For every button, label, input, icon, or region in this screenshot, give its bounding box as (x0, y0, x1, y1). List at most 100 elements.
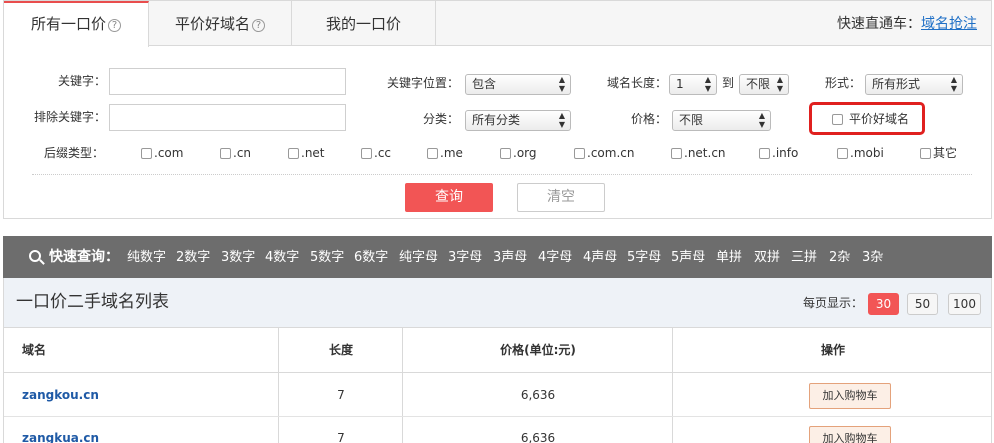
quick-item[interactable]: 5字母 (627, 236, 661, 280)
length-label: 域名长度： (606, 76, 667, 90)
quick-item[interactable]: 2杂 (829, 236, 850, 280)
add-to-cart-button[interactable]: 加入购物车 (809, 383, 891, 409)
quick-item[interactable]: 4声母 (583, 236, 617, 280)
tab-bar: 所有一口价? 平价好域名? 我的一口价 快速直通车：域名抢注 (4, 1, 991, 47)
select-value: 不限 (746, 77, 771, 91)
suffix-checkbox[interactable] (500, 148, 511, 159)
quick-item[interactable]: 三拼 (791, 236, 817, 280)
quick-item[interactable]: 纯数字 (127, 236, 166, 280)
quick-item[interactable]: 2数字 (176, 236, 210, 280)
quick-item[interactable]: 3杂 (862, 236, 883, 280)
tab-all-fixed-price[interactable]: 所有一口价? (4, 1, 149, 47)
divider (32, 174, 972, 175)
suffix-option[interactable]: 其它 (920, 144, 957, 162)
suffix-checkbox[interactable] (361, 148, 372, 159)
length-min-select[interactable]: 1 ▲ ▼ (669, 74, 717, 95)
quick-item[interactable]: 5声母 (671, 236, 705, 280)
table-header: 域名 长度 价格(单位:元) 操作 (4, 328, 991, 373)
domain-list: 一口价二手域名列表 每页显示： 30 50 100 域名 长度 价格(单位:元)… (3, 278, 992, 443)
table-row: zangkou.cn 7 6,636 加入购物车 (4, 374, 991, 417)
per-page-50[interactable]: 50 (907, 293, 938, 315)
suffix-option[interactable]: .net.cn (671, 144, 726, 162)
express-label: 快速直通车： (837, 16, 921, 32)
quick-item[interactable]: 3数字 (221, 236, 255, 280)
search-icon (29, 250, 41, 262)
suffix-checkbox[interactable] (574, 148, 585, 159)
domain-length: 7 (337, 431, 345, 443)
list-title: 一口价二手域名列表 (16, 292, 169, 312)
suffix-checkbox[interactable] (759, 148, 770, 159)
suffix-option[interactable]: .cn (220, 144, 251, 162)
domain-snap-link[interactable]: 域名抢注 (921, 16, 977, 32)
good-domain-label: 平价好域名 (849, 112, 910, 126)
tab-label: 所有一口价 (30, 15, 106, 33)
query-button[interactable]: 查询 (405, 183, 493, 212)
per-page-100[interactable]: 100 (948, 293, 981, 315)
keyword-label: 关键字： (57, 74, 106, 88)
suffix-option[interactable]: .com.cn (574, 144, 634, 162)
keyword-position-label: 关键字位置： (386, 76, 459, 90)
select-value: 1 (676, 77, 684, 91)
quick-item[interactable]: 6数字 (354, 236, 388, 280)
suffix-checkbox[interactable] (141, 148, 152, 159)
domain-price: 6,636 (520, 431, 556, 443)
suffix-checkbox[interactable] (920, 148, 931, 159)
select-arrows-icon: ▲ ▼ (558, 75, 565, 93)
clear-button[interactable]: 清空 (517, 183, 605, 212)
add-to-cart-button[interactable]: 加入购物车 (809, 426, 891, 443)
suffix-checkbox[interactable] (427, 148, 438, 159)
quick-item[interactable]: 单拼 (716, 236, 742, 280)
suffix-option[interactable]: .me (427, 144, 463, 162)
suffix-label: 后缀类型： (44, 146, 105, 160)
per-page-label: 每页显示： (803, 296, 864, 310)
suffix-option[interactable]: .info (759, 144, 798, 162)
suffix-checkbox[interactable] (288, 148, 299, 159)
col-domain: 域名 (22, 343, 47, 357)
suffix-option[interactable]: .com (141, 144, 183, 162)
help-icon[interactable]: ? (108, 19, 121, 32)
select-arrows-icon: ▲ ▼ (950, 75, 957, 93)
tab-good-cheap-domains[interactable]: 平价好域名? (149, 1, 292, 46)
suffix-checkbox[interactable] (220, 148, 231, 159)
quick-item[interactable]: 双拼 (754, 236, 780, 280)
quick-item[interactable]: 4数字 (265, 236, 299, 280)
quick-item[interactable]: 5数字 (310, 236, 344, 280)
length-to-label: 到 (721, 76, 734, 90)
search-panel: 所有一口价? 平价好域名? 我的一口价 快速直通车：域名抢注 关键字： 关键字位… (3, 0, 992, 219)
good-domain-highlight: 平价好域名 (809, 102, 925, 135)
length-max-select[interactable]: 不限 ▲ ▼ (739, 74, 789, 95)
suffix-option[interactable]: .cc (361, 144, 391, 162)
price-select[interactable]: 不限 ▲ ▼ (672, 110, 771, 131)
form-type-label: 形式： (824, 76, 861, 90)
category-select[interactable]: 所有分类 ▲ ▼ (465, 110, 571, 131)
domain-link[interactable]: zangkua.cn (22, 417, 99, 443)
quick-item[interactable]: 3声母 (493, 236, 527, 280)
form-type-select[interactable]: 所有形式 ▲ ▼ (865, 74, 963, 95)
table-row: zangkua.cn 7 6,636 加入购物车 (4, 417, 991, 443)
quick-item[interactable]: 纯字母 (399, 236, 438, 280)
quick-item[interactable]: 4字母 (538, 236, 572, 280)
tab-my-fixed-price[interactable]: 我的一口价 (292, 1, 436, 46)
per-page-30[interactable]: 30 (868, 293, 899, 315)
help-icon[interactable]: ? (252, 19, 265, 32)
suffix-option[interactable]: .net (288, 144, 325, 162)
suffix-checkbox[interactable] (837, 148, 848, 159)
keyword-position-select[interactable]: 包含 ▲ ▼ (465, 74, 571, 95)
suffix-option[interactable]: .mobi (837, 144, 884, 162)
col-length: 长度 (328, 343, 353, 357)
select-value: 所有分类 (472, 113, 521, 127)
select-value: 不限 (679, 113, 704, 127)
quick-item[interactable]: 3字母 (448, 236, 482, 280)
exclude-keyword-label: 排除关键字： (33, 110, 106, 124)
select-value: 所有形式 (872, 77, 921, 91)
list-header: 一口价二手域名列表 每页显示： 30 50 100 (4, 278, 991, 328)
col-price: 价格(单位:元) (500, 343, 576, 357)
suffix-checkbox[interactable] (671, 148, 682, 159)
select-arrows-icon: ▲ ▼ (558, 111, 565, 129)
suffix-option[interactable]: .org (500, 144, 537, 162)
good-domain-checkbox[interactable] (832, 114, 843, 125)
domain-link[interactable]: zangkou.cn (22, 374, 99, 416)
keyword-input[interactable] (109, 68, 346, 95)
quick-search-title: 快速查询： (49, 249, 119, 265)
exclude-keyword-input[interactable] (109, 104, 346, 131)
